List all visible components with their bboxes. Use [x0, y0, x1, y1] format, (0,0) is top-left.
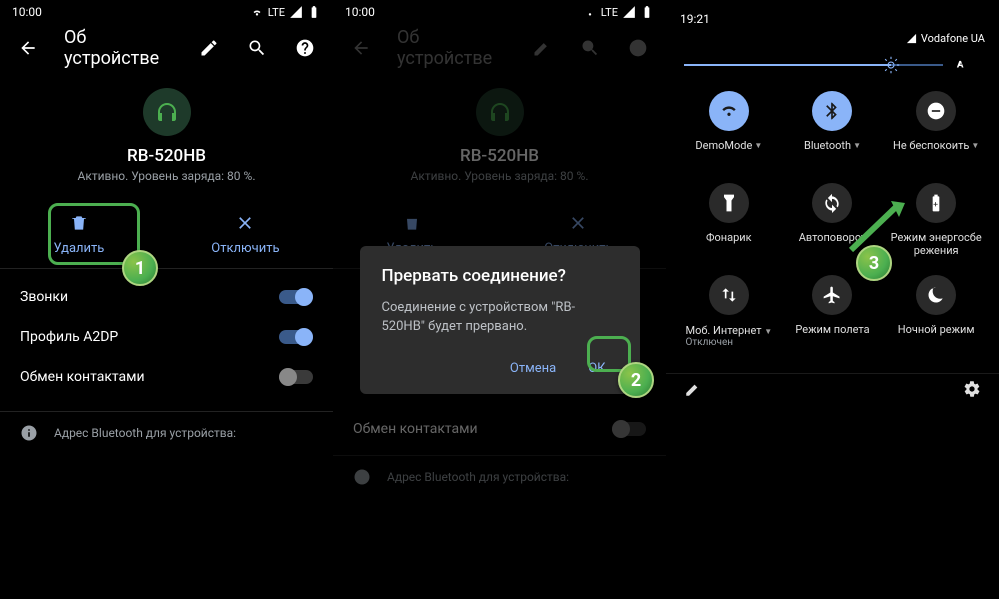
dialog-ok-button[interactable]: ОК [576, 353, 617, 384]
a2dp-switch[interactable] [279, 330, 313, 344]
mobile-data-icon [709, 275, 749, 315]
battery-saver-icon [916, 183, 956, 223]
dialog-overlay: Прервать соединение? Соединение с устрой… [333, 0, 666, 599]
lte-label: LTE [268, 6, 285, 19]
tile-dnd[interactable]: Не беспокоить▼ [887, 91, 985, 165]
status-time: 10:00 [12, 5, 42, 19]
phone-1: 10:00 LTE Об устройстве RB-520HB Активно… [0, 0, 333, 599]
dialog-message: Соединение с устройством "RB-520HB" буде… [382, 298, 618, 337]
device-block: RB-520HB Активно. Уровень заряда: 80 %. [0, 72, 333, 195]
disconnect-button[interactable]: Отключить [211, 213, 279, 256]
bluetooth-icon [812, 91, 852, 131]
contacts-switch[interactable] [279, 370, 313, 384]
dialog: Прервать соединение? Соединение с устрой… [360, 246, 640, 394]
settings-icon[interactable] [963, 380, 981, 398]
tile-flashlight[interactable]: Фонарик [680, 183, 778, 257]
airplane-icon [812, 275, 852, 315]
calls-label: Звонки [20, 289, 68, 305]
app-bar: Об устройстве [0, 24, 333, 72]
brightness-thumb-icon[interactable] [882, 56, 900, 74]
qs-footer [666, 373, 999, 412]
tile-battery-saver[interactable]: Режим энергосбе режения [887, 183, 985, 257]
calls-switch[interactable] [279, 290, 313, 304]
page-title: Об устройстве [64, 27, 181, 69]
setting-contacts[interactable]: Обмен контактами [0, 357, 333, 397]
setting-calls[interactable]: Звонки [0, 277, 333, 317]
quick-settings-panel: 19:21 Vodafone UA DemoMode▼ Bluetooth▼ [666, 0, 999, 412]
help-button[interactable] [285, 28, 325, 68]
night-icon [916, 275, 956, 315]
signal-icon [906, 33, 917, 44]
tile-mobile-data[interactable]: Моб. Интернет ▼Отключен [680, 275, 778, 349]
setting-a2dp[interactable]: Профиль A2DP [0, 317, 333, 357]
status-bar: 10:00 LTE [0, 0, 333, 24]
tile-airplane[interactable]: Режим полета [784, 275, 882, 349]
device-status: Активно. Уровень заряда: 80 %. [0, 169, 333, 183]
phone-2: 10:00 LTE Об устройстве RB-520HB Активно… [333, 0, 666, 599]
info-row: Адрес Bluetooth для устройства: [0, 411, 333, 454]
edit-button[interactable] [189, 28, 229, 68]
delete-button[interactable]: Удалить [53, 213, 104, 256]
tiles-grid: DemoMode▼ Bluetooth▼ Не беспокоить▼ Фона… [666, 91, 999, 365]
auto-brightness-icon[interactable] [951, 55, 971, 75]
carrier-row: Vodafone UA [666, 30, 999, 55]
action-row: Удалить Отключить [0, 201, 333, 269]
badge-1: 1 [122, 250, 158, 286]
back-button[interactable] [8, 28, 48, 68]
dialog-cancel-button[interactable]: Отмена [498, 353, 568, 384]
badge-2: 2 [618, 362, 654, 398]
delete-label: Удалить [53, 241, 104, 256]
info-icon [20, 424, 38, 442]
tile-bluetooth[interactable]: Bluetooth▼ [784, 91, 882, 165]
dialog-title: Прервать соединение? [382, 266, 618, 286]
phone-3: 19:21 Vodafone UA DemoMode▼ Bluetooth▼ [666, 0, 999, 599]
carrier-label: Vodafone UA [921, 32, 985, 45]
device-name: RB-520HB [0, 146, 333, 166]
badge-3: 3 [856, 245, 892, 281]
settings-list: Звонки Профиль A2DP Обмен контактами [0, 269, 333, 405]
edit-icon[interactable] [684, 380, 702, 398]
brightness-slider[interactable] [666, 55, 999, 91]
disconnect-label: Отключить [211, 241, 279, 256]
headphones-icon [143, 88, 191, 136]
tile-night[interactable]: Ночной режим [887, 275, 985, 349]
rotate-icon [812, 183, 852, 223]
search-button[interactable] [237, 28, 277, 68]
dnd-icon [916, 91, 956, 131]
battery-icon [307, 5, 321, 19]
a2dp-label: Профиль A2DP [20, 329, 118, 345]
trash-icon [69, 213, 89, 233]
signal-icon [289, 5, 303, 19]
tile-wifi[interactable]: DemoMode▼ [680, 91, 778, 165]
flashlight-icon [709, 183, 749, 223]
close-icon [235, 213, 255, 233]
qs-time: 19:21 [680, 12, 710, 26]
bt-addr-label: Адрес Bluetooth для устройства: [54, 426, 236, 440]
contacts-label: Обмен контактами [20, 369, 145, 385]
wifi-icon [250, 5, 264, 19]
wifi-icon [709, 91, 749, 131]
